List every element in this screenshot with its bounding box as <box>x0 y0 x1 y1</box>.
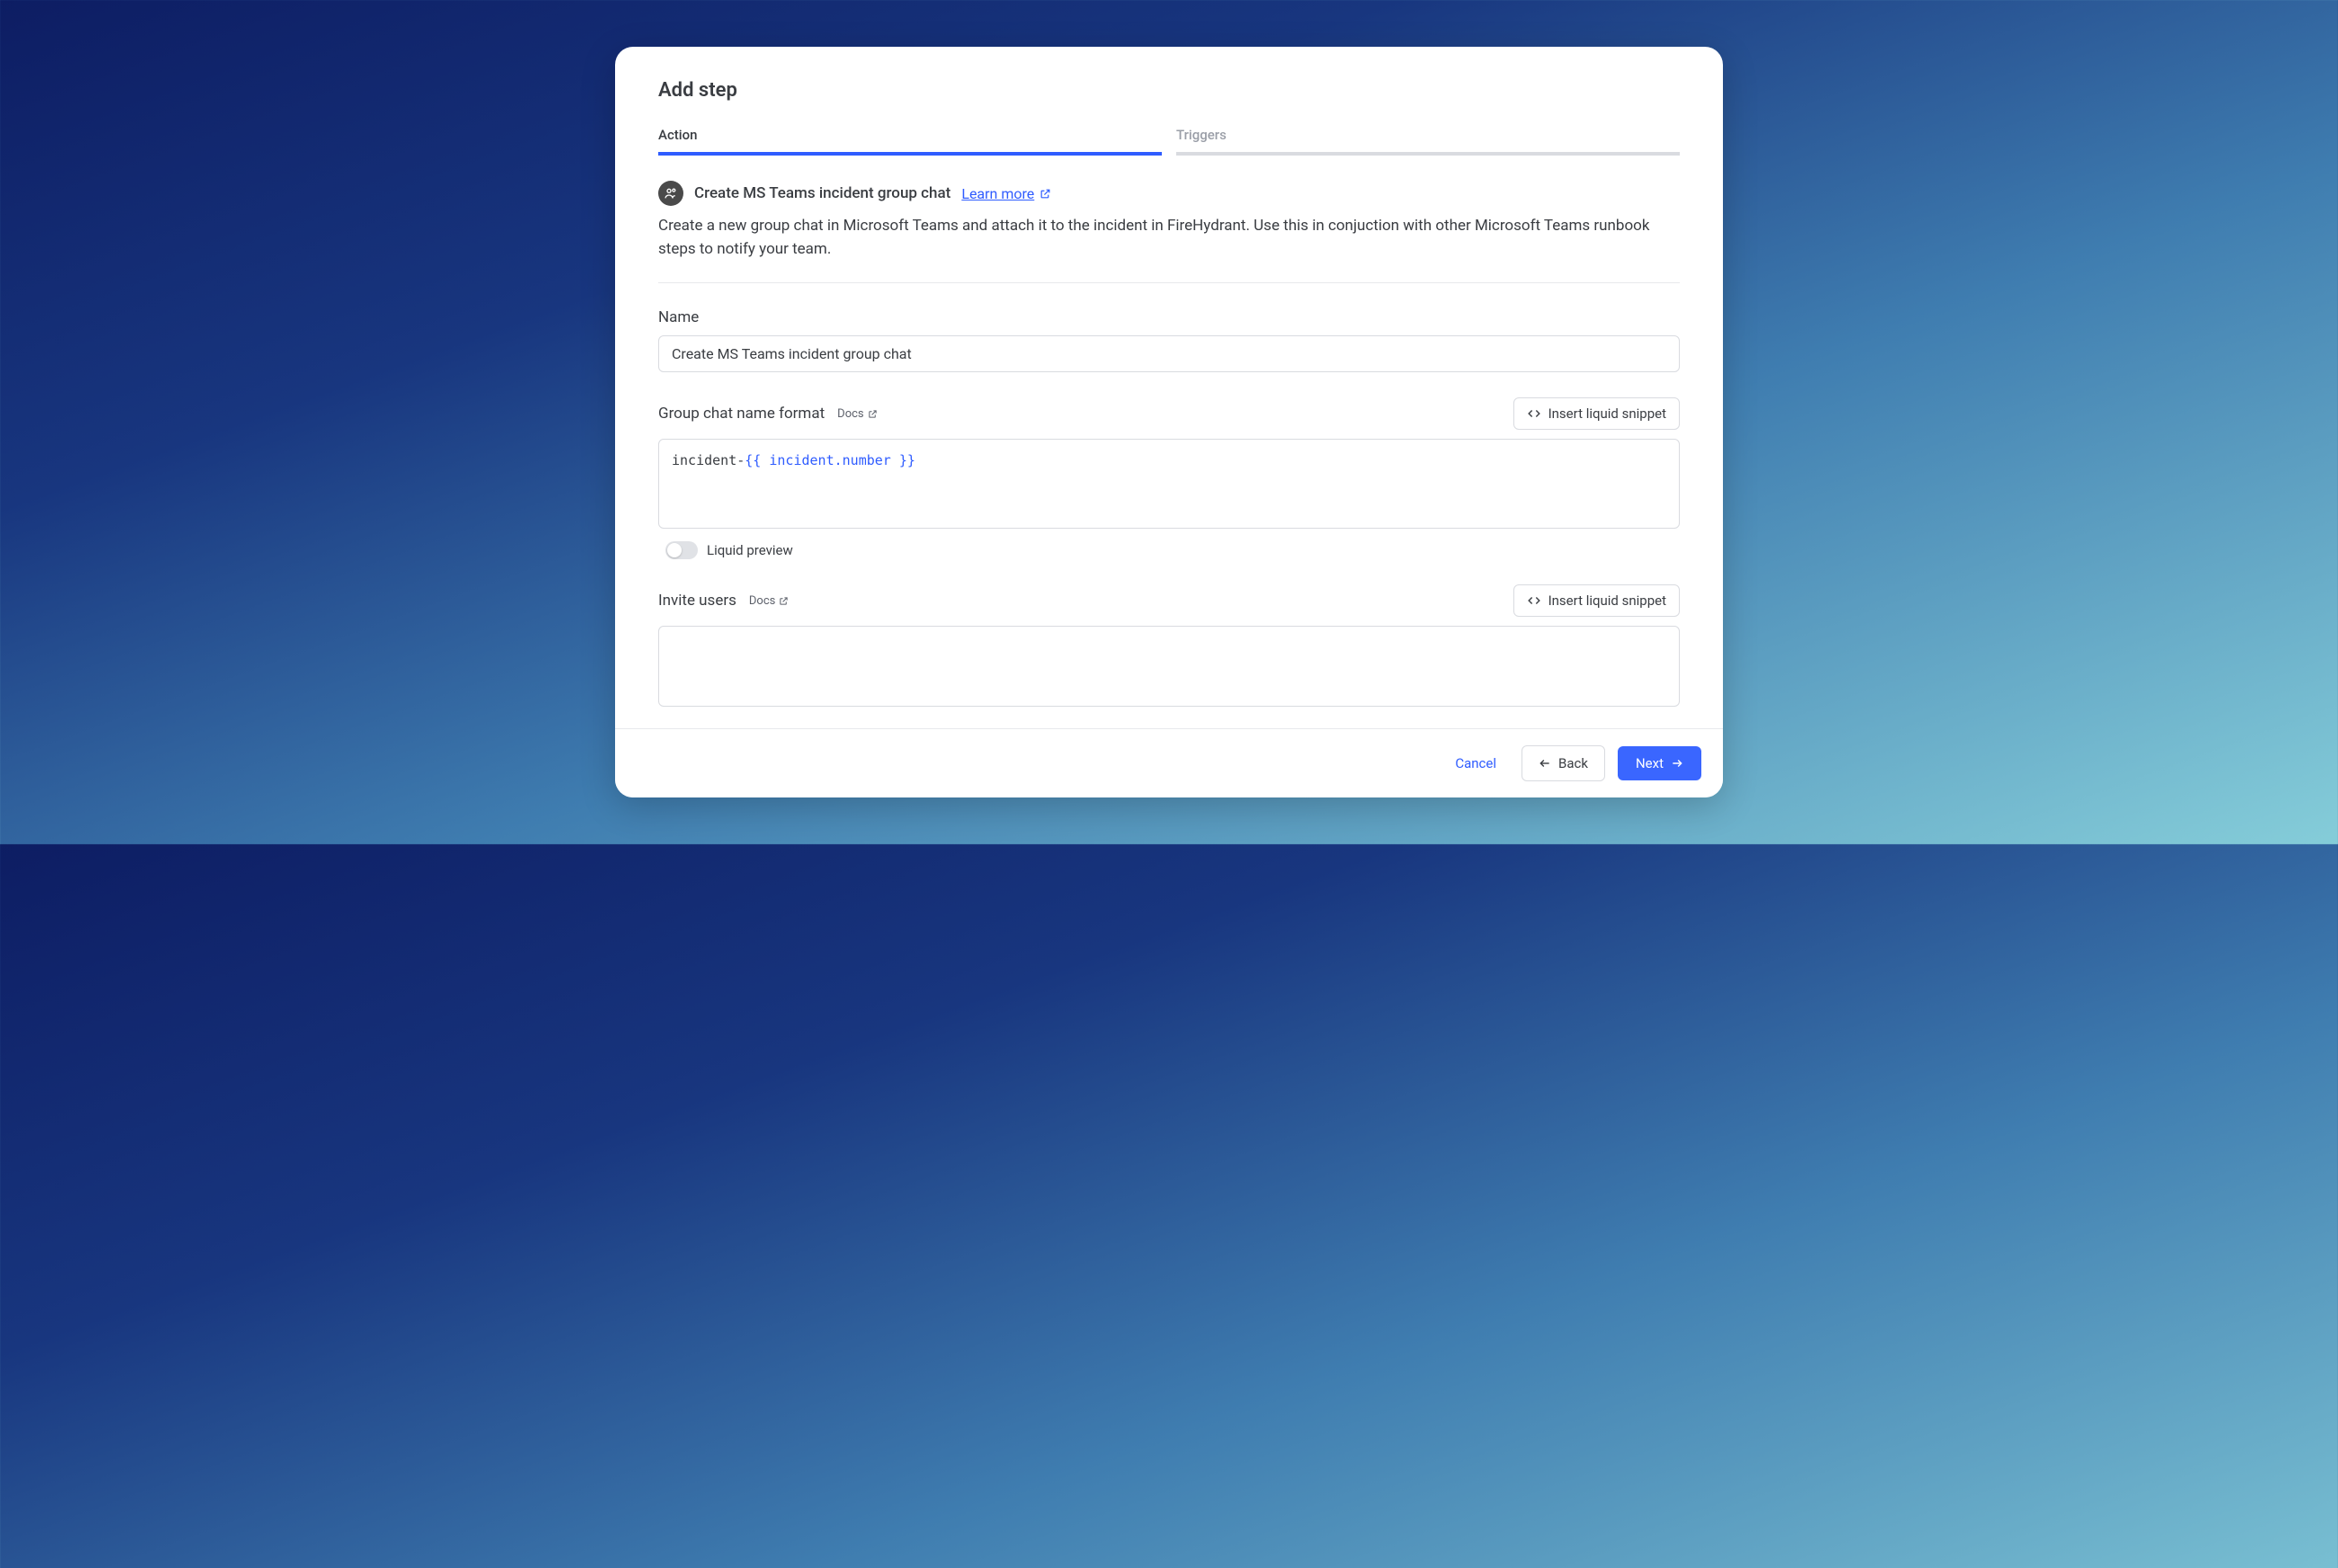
step-description: Create a new group chat in Microsoft Tea… <box>658 215 1680 261</box>
group-chat-label-left: Group chat name format Docs <box>658 405 878 423</box>
divider <box>658 282 1680 283</box>
name-input[interactable] <box>658 335 1680 372</box>
invite-users-label-row: Invite users Docs Insert liquid sn <box>658 584 1680 617</box>
liquid-preview-label: Liquid preview <box>707 542 793 558</box>
tab-triggers[interactable]: Triggers <box>1176 127 1680 156</box>
invite-users-input[interactable] <box>658 626 1680 707</box>
back-button-label: Back <box>1558 755 1588 771</box>
arrow-left-icon <box>1539 757 1551 770</box>
page-title: Add step <box>658 79 1680 102</box>
insert-liquid-snippet-label: Insert liquid snippet <box>1548 405 1666 422</box>
group-chat-format-plain: incident- <box>672 452 745 468</box>
invite-users-label-left: Invite users Docs <box>658 592 789 610</box>
external-link-icon <box>779 596 789 606</box>
arrow-right-icon <box>1671 757 1683 770</box>
learn-more-label: Learn more <box>961 185 1034 202</box>
insert-liquid-snippet-button[interactable]: Insert liquid snippet <box>1513 397 1680 430</box>
step-header: Create MS Teams incident group chat Lear… <box>658 181 1680 206</box>
learn-more-link[interactable]: Learn more <box>961 185 1051 202</box>
back-button[interactable]: Back <box>1521 745 1605 781</box>
tab-action-label: Action <box>658 127 697 143</box>
group-chat-docs-link[interactable]: Docs <box>837 407 877 421</box>
liquid-preview-row: Liquid preview <box>658 541 1680 559</box>
next-button[interactable]: Next <box>1618 746 1701 780</box>
invite-users-docs-label: Docs <box>749 594 775 608</box>
next-button-label: Next <box>1636 755 1664 771</box>
invite-users-label: Invite users <box>658 592 736 610</box>
invite-users-docs-link[interactable]: Docs <box>749 594 789 608</box>
teams-icon <box>658 181 683 206</box>
step-title: Create MS Teams incident group chat <box>694 184 950 202</box>
liquid-preview-toggle[interactable] <box>665 541 698 559</box>
code-icon <box>1527 407 1541 420</box>
insert-liquid-snippet-button-invite[interactable]: Insert liquid snippet <box>1513 584 1680 617</box>
name-label: Name <box>658 308 1680 326</box>
modal-footer: Cancel Back Next <box>615 728 1723 797</box>
group-chat-docs-label: Docs <box>837 407 863 421</box>
tab-triggers-label: Triggers <box>1176 127 1227 143</box>
add-step-modal: Add step Action Triggers Create MS Teams… <box>615 47 1723 797</box>
group-chat-format-label: Group chat name format <box>658 405 825 423</box>
external-link-icon <box>1040 188 1051 200</box>
tab-action[interactable]: Action <box>658 127 1162 156</box>
modal-body: Add step Action Triggers Create MS Teams… <box>615 47 1723 728</box>
group-chat-format-liquid: {{ incident.number }} <box>745 452 915 468</box>
cancel-button[interactable]: Cancel <box>1442 746 1509 780</box>
group-chat-format-input[interactable]: incident-{{ incident.number }} <box>658 439 1680 529</box>
code-icon <box>1527 594 1541 607</box>
cancel-button-label: Cancel <box>1455 755 1496 771</box>
external-link-icon <box>868 409 878 419</box>
group-chat-label-row: Group chat name format Docs Insert <box>658 397 1680 430</box>
tabs: Action Triggers <box>658 127 1680 156</box>
insert-liquid-snippet-invite-label: Insert liquid snippet <box>1548 592 1666 609</box>
